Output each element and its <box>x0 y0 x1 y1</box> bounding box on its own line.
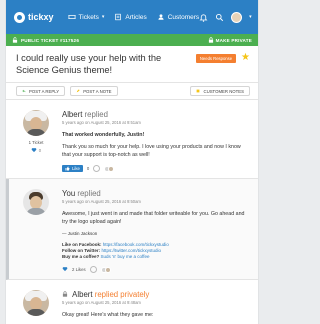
app-window: tickxy Tickets ▾ Articles Customers ▾ PU… <box>5 0 259 324</box>
like-button[interactable]: Like <box>62 165 83 173</box>
comment-author[interactable]: Albert <box>72 290 92 299</box>
comment-timestamp: 5 years ago on August 25, 2016 at 9:51am <box>62 120 141 125</box>
unlock-icon <box>12 36 18 44</box>
comment-paragraph: Okay great! Here's what they gave me: <box>62 312 154 319</box>
lock-icon <box>208 37 213 43</box>
emoji-reaction-icon[interactable] <box>89 266 97 274</box>
nav-customers[interactable]: Customers <box>157 13 199 21</box>
star-icon[interactable]: ★ <box>241 53 250 63</box>
comment-paragraph: Thank you so much for your help. I love … <box>62 144 241 158</box>
nav-tickets[interactable]: Tickets ▾ <box>67 13 105 21</box>
facebook-label: Like on Facebook: <box>62 242 102 248</box>
post-reply-label: POST A REPLY <box>29 88 60 94</box>
comment-timestamp: 5 years ago on August 25, 2016 at 9:48am <box>62 300 141 306</box>
facebook-link[interactable]: https://facebook.com/tickxystudio <box>103 242 169 247</box>
ticket-header: I could really use your help with the Sc… <box>6 46 258 83</box>
ticket-title: I could really use your help with the Sc… <box>16 53 162 75</box>
nav-articles[interactable]: Articles <box>114 13 147 21</box>
nav-tickets-label: Tickets <box>78 13 99 21</box>
comment-author[interactable]: Albert <box>62 110 82 119</box>
signature: — Justin Jackson <box>62 231 98 237</box>
comment-verb: replied <box>84 110 108 119</box>
ticket-status-label: PUBLIC TICKET #117526 <box>21 37 80 43</box>
comment-item: You replied 5 years ago on August 25, 20… <box>6 179 258 281</box>
like-label: Like <box>72 166 80 172</box>
emoji-reaction-icon[interactable] <box>93 165 101 173</box>
lock-icon <box>62 290 70 299</box>
notes-icon <box>197 89 200 93</box>
ticket-count[interactable]: 1 Ticket <box>29 140 44 145</box>
comment-paragraph: That worked wonderfully, Justin! <box>62 132 145 138</box>
post-reply-button[interactable]: POST A REPLY <box>16 86 66 96</box>
heart-icon <box>31 148 37 153</box>
user-avatar[interactable] <box>231 11 243 23</box>
top-navigation: tickxy Tickets ▾ Articles Customers ▾ <box>6 0 258 34</box>
reply-icon <box>22 89 26 93</box>
liked-by-avatars[interactable] <box>104 165 115 172</box>
post-note-label: POST A NOTE <box>83 88 112 94</box>
logo-icon <box>14 11 25 23</box>
make-private-label: MAKE PRIVATE <box>215 37 252 43</box>
post-note-button[interactable]: POST A NOTE <box>70 86 118 96</box>
customer-notes-label: CUSTOMER NOTES <box>203 88 244 94</box>
status-badge[interactable]: Needs Response <box>195 54 237 63</box>
nav-articles-label: Articles <box>125 13 147 21</box>
avatar[interactable] <box>23 189 49 216</box>
avatar[interactable] <box>23 110 49 136</box>
chevron-down-icon: ▾ <box>101 14 105 20</box>
twitter-label: Follow on Twitter: <box>62 248 101 254</box>
comment-body: Awesome, I just went in and made that fo… <box>62 211 248 260</box>
like-label[interactable]: 2 Likes <box>72 267 86 272</box>
app-logo[interactable]: tickxy <box>14 11 54 23</box>
customer-notes-button[interactable]: CUSTOMER NOTES <box>190 86 250 96</box>
search-icon[interactable] <box>215 13 224 22</box>
make-private-button[interactable]: MAKE PRIVATE <box>208 37 252 43</box>
coffee-link[interactable]: Suds 'n' buy me a coffee <box>101 254 150 259</box>
coffee-label: Buy me a coffee? <box>62 254 100 260</box>
twitter-link[interactable]: https://twitter.com/tickxystudio <box>101 248 161 253</box>
comment-verb: replied <box>77 189 101 199</box>
social-links: Like on Facebook: https://facebook.com/t… <box>62 242 248 260</box>
ticket-icon <box>67 15 76 19</box>
bell-icon[interactable] <box>199 13 208 22</box>
heart-icon[interactable] <box>62 266 68 273</box>
comment-item: 1 Ticket 0 Albert replied 5 years ago on… <box>6 100 258 180</box>
avatar[interactable] <box>23 290 49 317</box>
ticket-status-bar: PUBLIC TICKET #117526 MAKE PRIVATE <box>6 34 258 46</box>
liked-by-avatars[interactable] <box>100 266 111 273</box>
chevron-down-icon[interactable]: ▾ <box>249 14 252 20</box>
reaction-bar: 2 Likes <box>62 266 248 274</box>
favorite-count: 0 <box>38 147 42 153</box>
article-icon <box>115 13 122 21</box>
comment-timestamp: 5 years ago on August 25, 2016 at 9:50am <box>62 199 141 205</box>
comment-item: Albert replied privately 5 years ago on … <box>6 280 258 324</box>
nav-customers-label: Customers <box>167 13 200 21</box>
reaction-bar: Like 0 <box>62 165 248 173</box>
customers-icon <box>158 14 164 20</box>
pencil-icon <box>76 89 80 93</box>
app-name: tickxy <box>28 12 54 22</box>
comment-verb: replied privately <box>94 290 150 300</box>
comment-body: That worked wonderfully, Justin! Thank y… <box>62 132 248 159</box>
thumbs-up-icon <box>65 166 70 171</box>
like-count: 0 <box>86 166 90 172</box>
comment-body: Okay great! Here's what they gave me: <box>62 312 248 319</box>
favorite-counter[interactable]: 0 <box>31 147 41 153</box>
comment-paragraph: Awesome, I just went in and made that fo… <box>62 211 245 225</box>
comment-author[interactable]: You <box>62 189 75 198</box>
action-bar: POST A REPLY POST A NOTE CUSTOMER NOTES <box>6 83 258 100</box>
